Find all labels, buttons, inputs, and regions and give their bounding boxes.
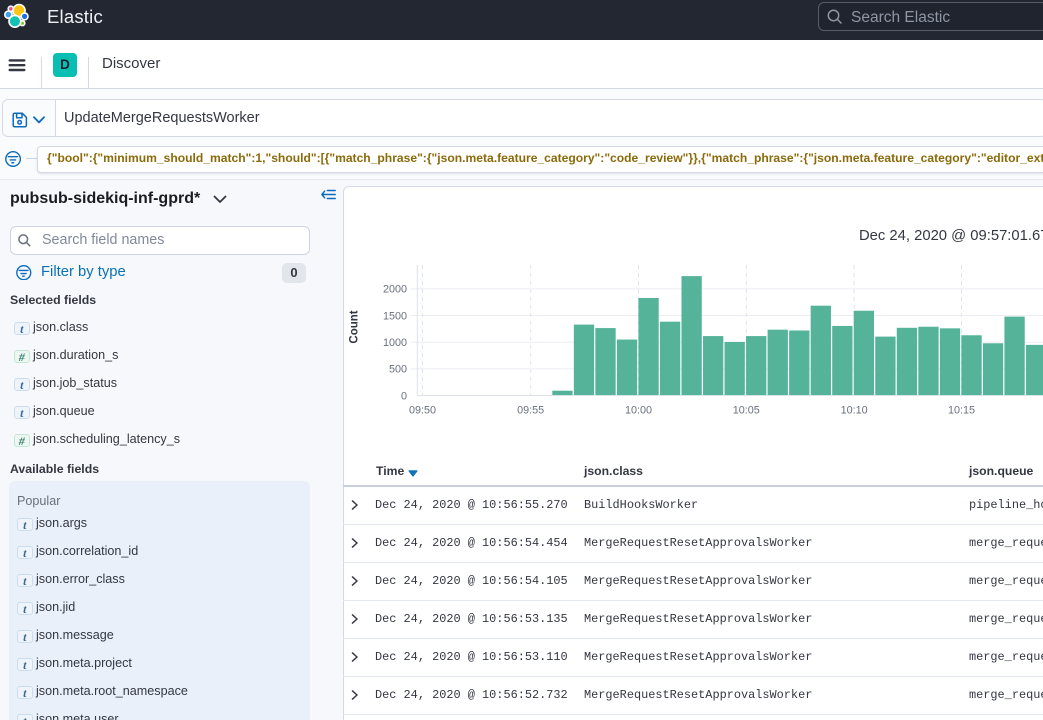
svg-text:Count: Count (349, 310, 361, 343)
svg-text:09:50: 09:50 (409, 405, 436, 417)
svg-text:10:05: 10:05 (733, 405, 760, 417)
svg-text:0: 0 (401, 390, 407, 402)
svg-text:500: 500 (389, 364, 407, 376)
svg-text:10:15: 10:15 (948, 405, 975, 417)
svg-text:1000: 1000 (383, 337, 407, 349)
svg-text:09:55: 09:55 (517, 405, 544, 417)
svg-text:1500: 1500 (383, 310, 407, 322)
svg-text:2000: 2000 (383, 284, 407, 296)
svg-text:10:00: 10:00 (625, 405, 652, 417)
svg-text:10:10: 10:10 (841, 405, 868, 417)
